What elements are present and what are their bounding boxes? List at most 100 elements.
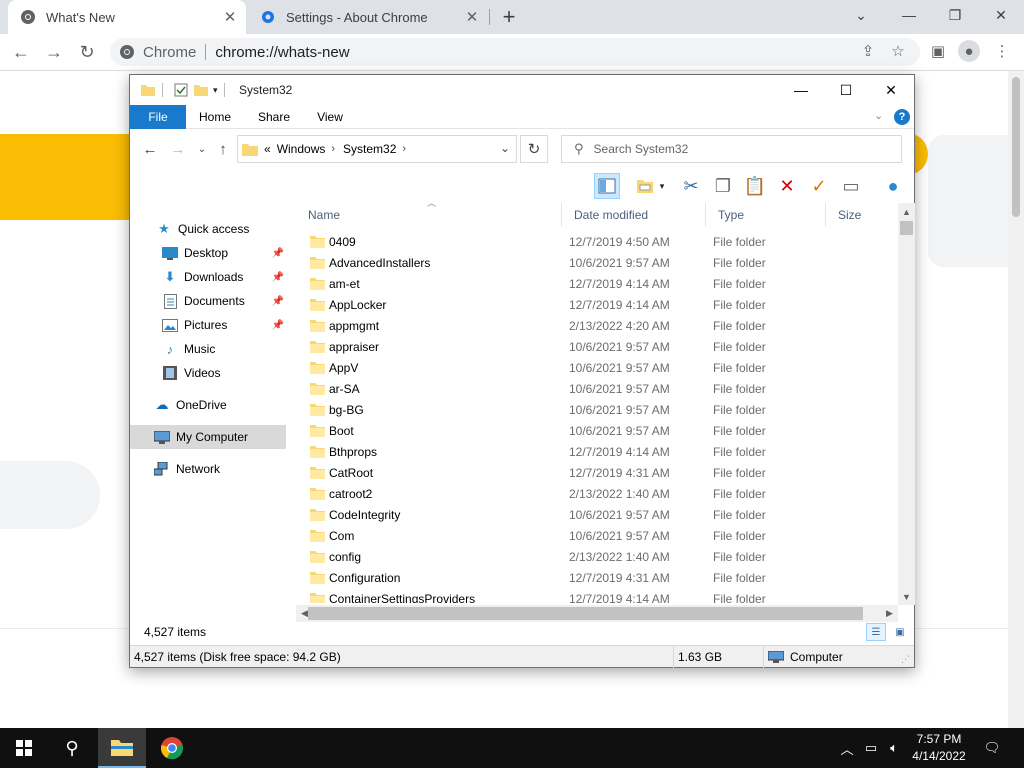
- menu-kebab-icon[interactable]: ⋮: [991, 40, 1013, 62]
- table-row[interactable]: Configuration 12/7/2019 4:31 AM File folde…: [296, 567, 898, 588]
- reload-icon[interactable]: ↻: [74, 39, 100, 65]
- new-tab-button[interactable]: +: [497, 4, 521, 29]
- scroll-down-arrow-icon[interactable]: ▼: [898, 588, 915, 605]
- check-icon[interactable]: ✓: [806, 173, 832, 199]
- restore-button[interactable]: ❐: [932, 0, 978, 30]
- table-row[interactable]: 0409 12/7/2019 4:50 AM File folder: [296, 231, 898, 252]
- breadcrumb-windows[interactable]: Windows: [277, 142, 326, 156]
- scrollbar-thumb[interactable]: [308, 607, 863, 620]
- back-arrow-icon[interactable]: ←: [140, 139, 160, 159]
- view-options-icon[interactable]: [632, 173, 658, 199]
- chevron-down-icon[interactable]: ⌄: [838, 0, 884, 30]
- volume-icon[interactable]: 🔈︎: [884, 728, 904, 768]
- column-header-date-modified[interactable]: Date modified: [562, 203, 706, 227]
- copy-icon[interactable]: ❐: [710, 173, 736, 199]
- table-row[interactable]: ar-SA 10/6/2021 9:57 AM File folder: [296, 378, 898, 399]
- system-clock[interactable]: 7:57 PM 4/14/2022: [904, 731, 974, 765]
- chevron-right-icon[interactable]: ›: [402, 143, 406, 155]
- table-row[interactable]: catroot2 2/13/2022 1:40 AM File folder: [296, 483, 898, 504]
- windows-start-icon[interactable]: [0, 728, 48, 768]
- breadcrumb-system32[interactable]: System32: [343, 142, 396, 156]
- maximize-button[interactable]: ☐: [823, 75, 869, 105]
- table-row[interactable]: CatRoot 12/7/2019 4:31 AM File folder: [296, 462, 898, 483]
- table-row[interactable]: appmgmt 2/13/2022 4:20 AM File folder: [296, 315, 898, 336]
- address-bar[interactable]: « Windows › System32 › ⌄: [237, 135, 517, 163]
- scrollbar-thumb[interactable]: [1012, 77, 1020, 217]
- table-row[interactable]: AppV 10/6/2021 9:57 AM File folder: [296, 357, 898, 378]
- ribbon-tab-share[interactable]: Share: [246, 105, 302, 129]
- file-explorer-taskbar-icon[interactable]: [98, 728, 146, 768]
- bookmark-star-icon[interactable]: ☆: [887, 40, 909, 62]
- notifications-icon[interactable]: 🗨︎: [980, 728, 1004, 768]
- recent-locations-chevron-icon[interactable]: ⌄: [192, 139, 212, 159]
- nav-my-computer[interactable]: My Computer: [130, 425, 286, 449]
- scrollbar-thumb[interactable]: [900, 221, 913, 235]
- rename-icon[interactable]: ▭: [838, 173, 864, 199]
- refresh-icon[interactable]: ↻: [520, 135, 548, 163]
- minimize-button[interactable]: —: [778, 75, 824, 105]
- nav-music[interactable]: ♪ Music: [130, 337, 286, 361]
- details-view-icon[interactable]: ☰: [866, 623, 886, 641]
- paste-icon[interactable]: 📋: [742, 173, 768, 199]
- expand-ribbon-chevron-icon[interactable]: ⌄: [874, 109, 883, 122]
- nav-quick-access[interactable]: ★ Quick access: [130, 217, 286, 241]
- nav-network[interactable]: Network: [130, 457, 286, 481]
- table-row[interactable]: AdvancedInstallers 10/6/2021 9:57 AM File …: [296, 252, 898, 273]
- ribbon-tab-home[interactable]: Home: [188, 105, 242, 129]
- close-tab-icon[interactable]: ✕: [462, 7, 482, 27]
- ribbon-tab-view[interactable]: View: [304, 105, 356, 129]
- table-row[interactable]: Boot 10/6/2021 9:57 AM File folder: [296, 420, 898, 441]
- search-icon[interactable]: ⚲: [48, 728, 96, 768]
- minimize-button[interactable]: —: [886, 0, 932, 30]
- table-row[interactable]: Bthprops 12/7/2019 4:14 AM File folder: [296, 441, 898, 462]
- nav-pictures[interactable]: Pictures 📌: [130, 313, 286, 337]
- view-options-chevron-icon[interactable]: ▾: [656, 173, 668, 199]
- tab-settings[interactable]: Settings - About Chrome ✕: [248, 0, 488, 34]
- share-icon[interactable]: ⇪: [857, 40, 879, 62]
- scroll-right-arrow-icon[interactable]: ▶: [881, 605, 898, 622]
- back-arrow-icon[interactable]: ←: [8, 39, 34, 65]
- close-window-button[interactable]: ✕: [978, 0, 1024, 30]
- nav-documents[interactable]: Documents 📌: [130, 289, 286, 313]
- table-row[interactable]: CodeIntegrity 10/6/2021 9:57 AM File folde…: [296, 504, 898, 525]
- profile-avatar-icon[interactable]: ●: [958, 40, 980, 62]
- vertical-scrollbar[interactable]: ▲ ▼: [898, 203, 915, 605]
- nav-onedrive[interactable]: ☁ OneDrive: [130, 393, 286, 417]
- close-button[interactable]: ✕: [868, 75, 914, 105]
- page-scrollbar[interactable]: [1008, 71, 1024, 728]
- table-row[interactable]: ContainerSettingsProviders 12/7/2019 4:14…: [296, 588, 898, 603]
- chrome-taskbar-icon[interactable]: [148, 728, 196, 768]
- close-tab-icon[interactable]: ✕: [220, 7, 240, 27]
- table-row[interactable]: bg-BG 10/6/2021 9:57 AM File folder: [296, 399, 898, 420]
- tab-whats-new[interactable]: What's New ✕: [8, 0, 246, 34]
- table-row[interactable]: config 2/13/2022 1:40 AM File folder: [296, 546, 898, 567]
- table-row[interactable]: appraiser 10/6/2021 9:57 AM File folder: [296, 336, 898, 357]
- network-status-icon[interactable]: ▭: [860, 728, 882, 768]
- column-header-type[interactable]: Type: [706, 203, 826, 227]
- table-row[interactable]: AppLocker 12/7/2019 4:14 AM File folder: [296, 294, 898, 315]
- nav-downloads[interactable]: ⬇ Downloads 📌: [130, 265, 286, 289]
- ribbon-tab-file[interactable]: File: [130, 105, 186, 129]
- up-arrow-icon[interactable]: ↑: [213, 139, 233, 159]
- search-input[interactable]: ⚲ Search System32: [561, 135, 902, 163]
- properties-check-icon[interactable]: [173, 82, 189, 98]
- new-folder-icon[interactable]: [193, 82, 209, 98]
- column-header-name[interactable]: Name: [296, 203, 562, 227]
- cut-icon[interactable]: ✂: [678, 173, 704, 199]
- forward-arrow-icon[interactable]: →: [168, 139, 188, 159]
- globe-icon[interactable]: ●: [880, 173, 906, 199]
- forward-arrow-icon[interactable]: →: [41, 39, 67, 65]
- omnibox[interactable]: Chrome chrome://whats-new: [110, 38, 920, 66]
- side-panel-icon[interactable]: ▣: [927, 40, 949, 62]
- preview-pane-icon[interactable]: [594, 173, 620, 199]
- table-row[interactable]: am-et 12/7/2019 4:14 AM File folder: [296, 273, 898, 294]
- show-hidden-icons-chevron-icon[interactable]: ︿: [838, 728, 856, 768]
- scroll-up-arrow-icon[interactable]: ▲: [898, 203, 915, 220]
- delete-icon[interactable]: ✕: [774, 173, 800, 199]
- horizontal-scrollbar[interactable]: ◀ ▶: [296, 605, 898, 622]
- help-icon[interactable]: ?: [894, 109, 910, 125]
- nav-videos[interactable]: Videos: [130, 361, 286, 385]
- customize-toolbar-chevron-icon[interactable]: ▾: [213, 85, 218, 96]
- table-row[interactable]: Com 10/6/2021 9:57 AM File folder: [296, 525, 898, 546]
- address-dropdown-chevron-icon[interactable]: ⌄: [500, 141, 510, 155]
